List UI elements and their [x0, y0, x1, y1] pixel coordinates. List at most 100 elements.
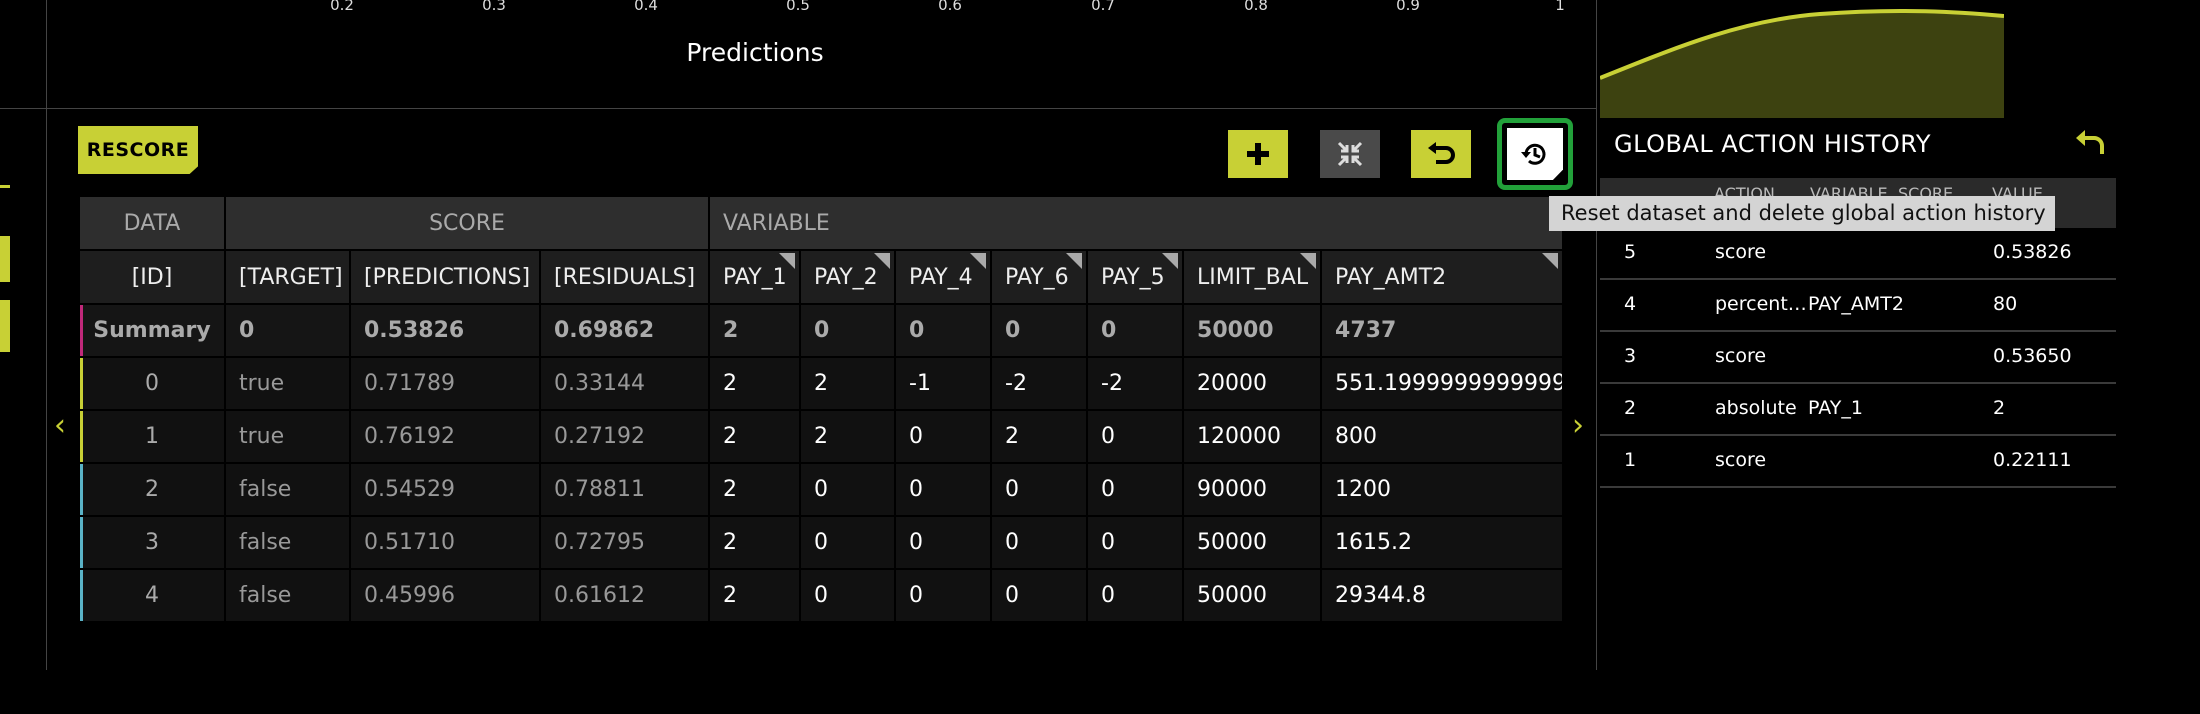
cell-text: 4: [145, 583, 159, 608]
history-action: score: [1715, 345, 1767, 367]
table-cell[interactable]: 2: [799, 356, 897, 411]
history-row[interactable]: 2 absolute PAY_1 2: [1600, 384, 2116, 436]
table-cell[interactable]: 0: [799, 515, 897, 570]
table-cell[interactable]: 29344.8: [1320, 568, 1565, 623]
table-cell[interactable]: 50000: [1182, 303, 1323, 358]
table-cell: 0.71789: [349, 356, 541, 411]
group-header-score: SCORE: [223, 195, 711, 251]
reset-dataset-button[interactable]: [1507, 128, 1563, 180]
history-value: 2: [1993, 397, 2006, 419]
add-button[interactable]: [1228, 130, 1288, 178]
table-cell[interactable]: 0: [990, 303, 1089, 358]
history-variable: PAY_1: [1808, 397, 1863, 419]
table-cell[interactable]: 2: [799, 409, 897, 464]
collapse-button[interactable]: [1320, 130, 1380, 178]
table-cell[interactable]: 800: [1320, 409, 1565, 464]
table-cell[interactable]: 0: [894, 462, 993, 517]
table-cell[interactable]: 2: [708, 356, 802, 411]
history-undo-button[interactable]: [2074, 128, 2106, 162]
divider: [1596, 0, 1597, 670]
history-list: 5 score 0.53826 4 percent… PAY_AMT2 80 3…: [1600, 228, 2116, 488]
column-header[interactable]: LIMIT_BAL: [1182, 249, 1323, 305]
column-header[interactable]: [ID]: [78, 249, 226, 305]
table-cell[interactable]: 2: [708, 303, 802, 358]
table-cell: 0.78811: [538, 462, 711, 517]
column-header[interactable]: [TARGET]: [224, 249, 351, 305]
column-header[interactable]: [PREDICTIONS]: [349, 249, 541, 305]
x-tick: 0.2: [330, 0, 354, 14]
reset-button-highlight: [1497, 118, 1573, 190]
divider: [46, 0, 47, 670]
undo-button[interactable]: [1411, 130, 1471, 178]
column-header[interactable]: PAY_6: [990, 249, 1089, 305]
table-cell[interactable]: 0: [799, 303, 897, 358]
table-cell: 0.61612: [538, 568, 711, 623]
reset-tooltip: Reset dataset and delete global action h…: [1549, 196, 2055, 231]
x-tick: 0.8: [1244, 0, 1268, 14]
column-header[interactable]: PAY_1: [708, 249, 802, 305]
x-tick: 1: [1555, 0, 1565, 14]
table-cell[interactable]: 2: [708, 462, 802, 517]
history-row[interactable]: 4 percent… PAY_AMT2 80: [1600, 280, 2116, 332]
table-cell[interactable]: 2: [708, 409, 802, 464]
table-cell[interactable]: -2: [990, 356, 1089, 411]
column-header[interactable]: PAY_5: [1086, 249, 1185, 305]
history-row[interactable]: 5 score 0.53826: [1600, 228, 2116, 280]
table-cell[interactable]: 20000: [1182, 356, 1323, 411]
table-cell[interactable]: 0: [1086, 303, 1185, 358]
table-cell: 0.51710: [349, 515, 541, 570]
table-cell[interactable]: 0: [990, 515, 1089, 570]
history-value: 0.53650: [1993, 345, 2072, 367]
history-value: 0.53826: [1993, 241, 2072, 263]
cell-text: Summary: [93, 318, 211, 343]
table-cell[interactable]: 2: [990, 409, 1089, 464]
group-header-data: DATA: [78, 195, 226, 251]
column-header[interactable]: PAY_2: [799, 249, 897, 305]
divider: [0, 108, 1597, 109]
undo-arrow-icon: [2076, 130, 2104, 154]
summary-row: Summary 0 0.53826 0.69862 2 0 0 0 0 5000…: [78, 303, 1565, 358]
row-marker: [81, 306, 83, 355]
table-cell[interactable]: 0: [894, 515, 993, 570]
history-variable: PAY_AMT2: [1808, 293, 1904, 315]
table-cell[interactable]: 0: [1086, 409, 1185, 464]
summary-label: Summary: [78, 303, 226, 358]
table-cell[interactable]: -2: [1086, 356, 1185, 411]
table-cell[interactable]: 50000: [1182, 568, 1323, 623]
history-row[interactable]: 3 score 0.53650: [1600, 332, 2116, 384]
rescore-button[interactable]: RESCORE: [78, 126, 198, 174]
table-cell[interactable]: 0: [894, 568, 993, 623]
table-cell[interactable]: 551.1999999999999: [1320, 356, 1565, 411]
prev-page-arrow[interactable]: ‹: [54, 408, 66, 443]
table-cell[interactable]: 0: [799, 462, 897, 517]
column-header[interactable]: [RESIDUALS]: [538, 249, 711, 305]
table-cell[interactable]: 4737: [1320, 303, 1565, 358]
history-row[interactable]: 1 score 0.22111: [1600, 436, 2116, 488]
table-cell[interactable]: 90000: [1182, 462, 1323, 517]
column-header[interactable]: PAY_AMT2: [1320, 249, 1565, 305]
table-cell[interactable]: 0: [799, 568, 897, 623]
table-cell[interactable]: 2: [708, 568, 802, 623]
x-axis-label: Predictions: [686, 38, 824, 67]
history-value: 80: [1993, 293, 2018, 315]
table-cell[interactable]: 0: [894, 303, 993, 358]
table-cell[interactable]: 1200: [1320, 462, 1565, 517]
table-cell[interactable]: 1615.2: [1320, 515, 1565, 570]
table-cell[interactable]: 0: [1086, 462, 1185, 517]
table-cell[interactable]: -1: [894, 356, 993, 411]
id-cell: 1: [78, 409, 226, 464]
x-tick: 0.7: [1091, 0, 1115, 14]
table-cell[interactable]: 0: [894, 409, 993, 464]
x-tick: 0.6: [938, 0, 962, 14]
id-cell: 4: [78, 568, 226, 623]
side-density-chart: [1600, 8, 2004, 118]
table-cell[interactable]: 0: [990, 462, 1089, 517]
table-cell[interactable]: 50000: [1182, 515, 1323, 570]
column-header[interactable]: PAY_4: [894, 249, 993, 305]
table-cell[interactable]: 0: [1086, 515, 1185, 570]
table-cell[interactable]: 0: [1086, 568, 1185, 623]
table-cell[interactable]: 0: [990, 568, 1089, 623]
table-cell[interactable]: 2: [708, 515, 802, 570]
table-cell[interactable]: 120000: [1182, 409, 1323, 464]
next-page-arrow[interactable]: ›: [1572, 408, 1584, 443]
